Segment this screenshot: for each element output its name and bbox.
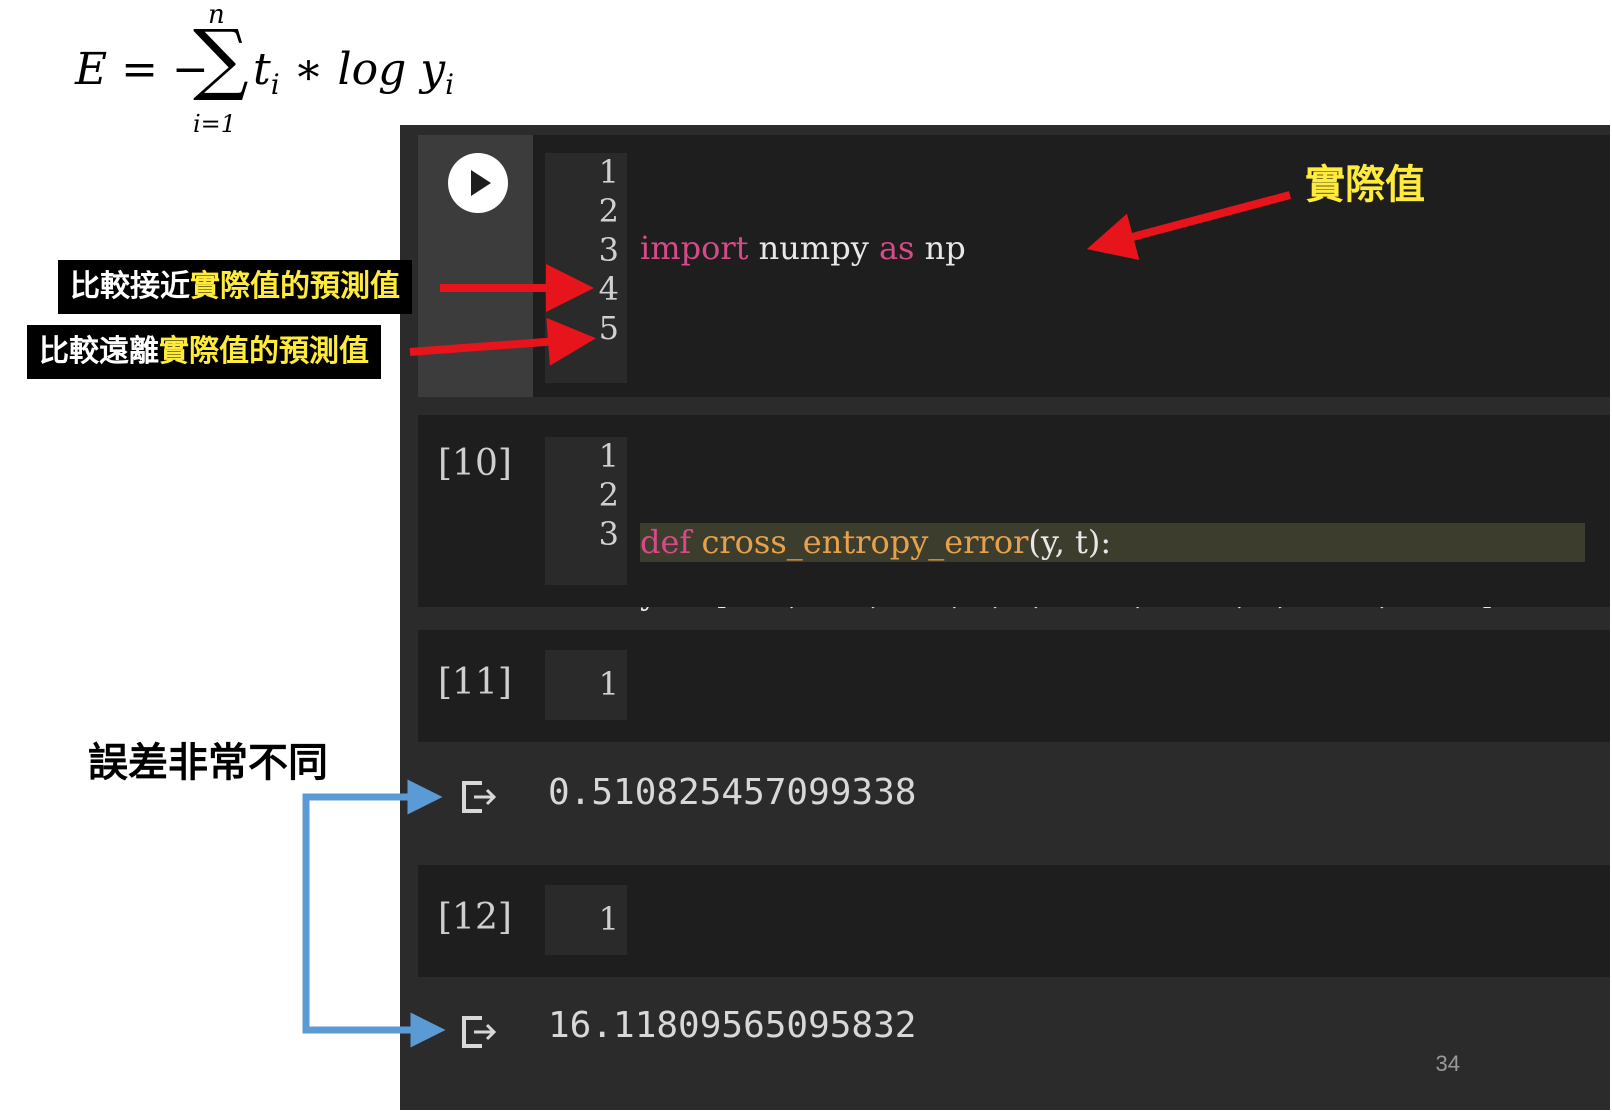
arrow-to-y2: [409, 317, 596, 366]
annotation-arrows: [302, 191, 1292, 1048]
arrow-to-actual: [1086, 191, 1292, 261]
bracket-connector: [302, 793, 420, 1034]
